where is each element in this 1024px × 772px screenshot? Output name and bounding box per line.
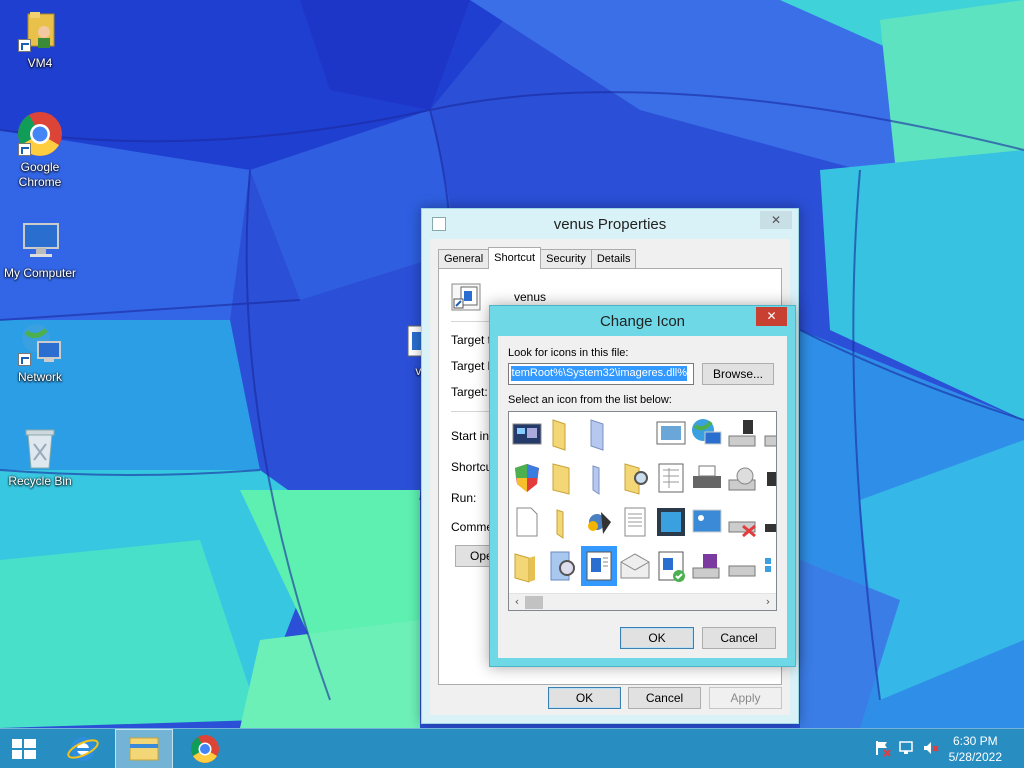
- network-icon: [16, 320, 64, 368]
- shortcut-name: venus: [514, 290, 547, 304]
- globe-monitor-icon[interactable]: [689, 414, 725, 454]
- floppy-drive-icon[interactable]: [689, 546, 725, 586]
- shortcut-icon: [451, 283, 481, 311]
- folder-icon[interactable]: [545, 502, 581, 542]
- file-explorer-button[interactable]: [115, 729, 173, 769]
- user-folder-icon: [16, 6, 64, 54]
- change-icon-dialog: Change Icon ✕ Look for icons in this fil…: [489, 305, 796, 667]
- clock-date: 5/28/2022: [948, 750, 1002, 764]
- drive-icon[interactable]: [725, 414, 761, 454]
- drive-error-icon[interactable]: [725, 502, 761, 542]
- tab-general[interactable]: General: [438, 249, 490, 269]
- close-button[interactable]: ✕: [760, 211, 792, 229]
- chrome-icon: [16, 110, 64, 158]
- verified-window-icon[interactable]: [653, 546, 689, 586]
- tab-bar: General Shortcut Security Details: [438, 247, 637, 269]
- run-label: Run:: [451, 491, 477, 505]
- picture-icon[interactable]: [653, 414, 689, 454]
- control-panel-icon[interactable]: [689, 502, 725, 542]
- icon-option[interactable]: [509, 414, 545, 454]
- scroll-right-icon[interactable]: ›: [760, 594, 776, 610]
- drive-icon[interactable]: [725, 546, 761, 586]
- browse-button[interactable]: Browse...: [702, 363, 774, 385]
- desktop-icon-label: Network: [17, 370, 62, 384]
- folder-icon[interactable]: [581, 458, 617, 498]
- desktop-icon-label: My Computer: [3, 266, 77, 280]
- tab-shortcut[interactable]: Shortcut: [488, 247, 542, 269]
- target-label: Target:: [451, 385, 488, 399]
- scroll-left-icon[interactable]: ‹: [509, 594, 525, 610]
- desktop-icon-label: VM4: [27, 56, 53, 70]
- system-clock[interactable]: 6:30 PM 5/28/2022: [949, 733, 1002, 765]
- mail-icon[interactable]: [617, 546, 653, 586]
- desktop-icon-vm4[interactable]: VM4: [0, 6, 80, 71]
- windows-drive-icon[interactable]: [761, 546, 776, 586]
- shortcut-arrow-icon: [18, 353, 31, 366]
- desktop-icon-label: Google Chrome: [18, 160, 62, 189]
- start-button[interactable]: [0, 729, 48, 769]
- text-document-icon[interactable]: [617, 502, 653, 542]
- tab-details[interactable]: Details: [590, 249, 637, 269]
- drive-icon[interactable]: [761, 414, 776, 454]
- internet-explorer-button[interactable]: [54, 729, 112, 769]
- start-in-label: Start in:: [451, 429, 493, 443]
- games-icon[interactable]: [581, 502, 617, 542]
- internet-explorer-icon: [67, 737, 99, 761]
- ok-button[interactable]: OK: [548, 687, 621, 709]
- drive-icon[interactable]: [761, 502, 776, 542]
- spreadsheet-icon[interactable]: [653, 458, 689, 498]
- apply-button[interactable]: Apply: [709, 687, 782, 709]
- network-status-icon[interactable]: [898, 739, 916, 757]
- computer-icon: [16, 216, 64, 264]
- shield-icon[interactable]: [509, 458, 545, 498]
- desktop-icon-label: Recycle Bin: [8, 474, 72, 488]
- shortcut-arrow-icon: [18, 39, 31, 52]
- chrome-icon: [191, 735, 219, 763]
- file-explorer-icon: [129, 737, 159, 761]
- desktop-icon-my-computer[interactable]: My Computer: [0, 216, 80, 281]
- folder-icon[interactable]: [581, 414, 617, 454]
- desktop-icon-recycle-bin[interactable]: Recycle Bin: [0, 424, 80, 489]
- properties-titlebar[interactable]: venus Properties ✕: [422, 209, 798, 239]
- cancel-button[interactable]: Cancel: [628, 687, 701, 709]
- document-icon[interactable]: [509, 502, 545, 542]
- taskbar: 6:30 PM 5/28/2022: [0, 728, 1024, 769]
- ok-button[interactable]: OK: [620, 627, 694, 649]
- folder-icon[interactable]: [545, 414, 581, 454]
- cd-drive-icon[interactable]: [725, 458, 761, 498]
- dialog-title: Change Icon: [599, 313, 686, 330]
- folder-icon[interactable]: [545, 458, 581, 498]
- recycle-bin-icon: [16, 424, 64, 472]
- chip-icon[interactable]: [761, 458, 776, 498]
- volume-muted-icon[interactable]: [922, 739, 940, 757]
- desktop-icon-network[interactable]: Network: [0, 320, 80, 385]
- windows-logo-icon: [12, 739, 36, 759]
- icon-list[interactable]: ‹ ›: [508, 411, 777, 611]
- clock-time: 6:30 PM: [952, 734, 998, 748]
- select-icon-label: Select an icon from the list below:: [508, 394, 672, 406]
- horizontal-scrollbar[interactable]: ‹ ›: [509, 593, 776, 610]
- change-icon-client: Look for icons in this file: %SystemRoot…: [498, 336, 787, 658]
- shortcut-arrow-icon: [18, 143, 31, 156]
- printer-icon[interactable]: [689, 458, 725, 498]
- folder-icon[interactable]: [509, 546, 545, 586]
- icon-file-input[interactable]: %SystemRoot%\System32\imageres.dll: [508, 363, 694, 385]
- video-icon[interactable]: [653, 502, 689, 542]
- icon-file-value: %SystemRoot%\System32\imageres.dll: [511, 366, 687, 381]
- tab-security[interactable]: Security: [540, 249, 592, 269]
- look-for-icons-label: Look for icons in this file:: [508, 347, 629, 359]
- window-icon-selected[interactable]: [581, 546, 617, 586]
- window-title: venus Properties: [553, 216, 667, 233]
- action-center-flag-icon[interactable]: [874, 739, 892, 757]
- close-button[interactable]: ✕: [756, 307, 787, 326]
- chrome-taskbar-button[interactable]: [176, 729, 234, 769]
- search-icon[interactable]: [545, 546, 581, 586]
- desktop-icon-chrome[interactable]: Google Chrome: [0, 110, 80, 190]
- folder-search-icon[interactable]: [617, 458, 653, 498]
- scroll-thumb[interactable]: [525, 596, 543, 609]
- cancel-button[interactable]: Cancel: [702, 627, 776, 649]
